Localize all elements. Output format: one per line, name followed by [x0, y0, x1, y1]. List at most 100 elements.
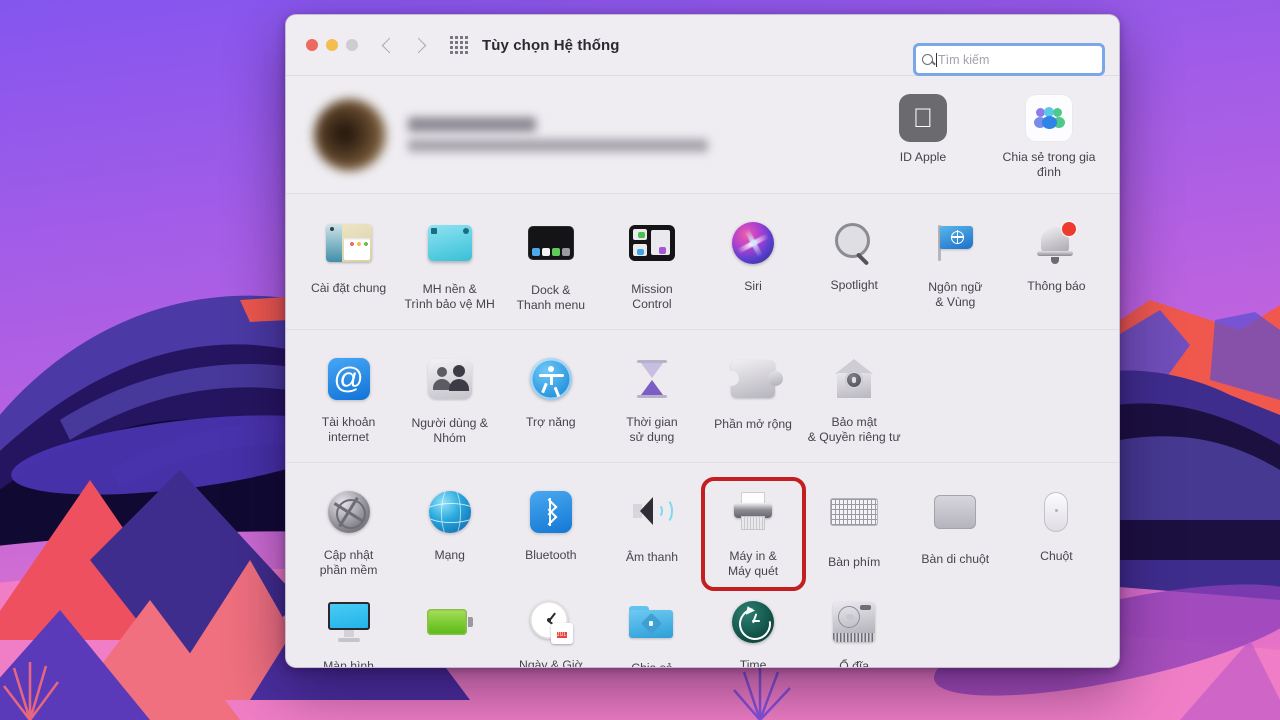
pref-label: Time Machine	[739, 658, 767, 668]
section-hardware: Cập nhật phần mềm Mạng Bluetooth Âm than…	[286, 463, 1119, 668]
zoom-button[interactable]	[346, 39, 358, 51]
people-glyph	[1034, 107, 1065, 129]
section-personal: Cài đặt chung MH nền & Trình bảo vệ MH D…	[286, 194, 1119, 330]
back-chevron-icon[interactable]	[381, 37, 398, 53]
pref-mouse[interactable]: Chuột	[1006, 479, 1107, 589]
pref-screen-time[interactable]: Thời gian sử dụng	[601, 346, 702, 456]
pref-label: Ngày & Giờ	[519, 658, 583, 668]
avatar[interactable]	[314, 98, 386, 171]
pref-sharing[interactable]: Chia sẻ	[601, 589, 702, 668]
pref-label: Dock & Thanh menu	[516, 283, 586, 312]
pref-network[interactable]: Mạng	[399, 479, 500, 589]
accessibility-icon	[526, 358, 576, 408]
language-region-icon	[930, 223, 980, 273]
pref-label: Pin	[401, 666, 498, 667]
battery-icon	[425, 609, 475, 659]
account-subtitle-redacted	[408, 139, 708, 152]
pref-family-sharing[interactable]: Chia sẻ trong gia đình	[997, 94, 1101, 180]
notification-badge	[1062, 222, 1077, 236]
sharing-folder-icon	[627, 604, 677, 654]
text-caret	[936, 52, 937, 67]
forward-chevron-icon[interactable]	[410, 37, 427, 53]
pref-internet-accounts[interactable]: @ Tài khoản internet	[298, 346, 399, 456]
pref-language-region[interactable]: Ngôn ngữ & Vùng	[905, 210, 1006, 323]
navigation-buttons	[381, 37, 427, 53]
pref-label: Máy in & Máy quét	[727, 549, 779, 578]
family-sharing-icon	[1025, 94, 1073, 142]
pref-desktop-screensaver[interactable]: MH nền & Trình bảo vệ MH	[399, 210, 500, 323]
search-field-wrapper[interactable]: Tìm kiếm	[913, 43, 1105, 76]
pref-notifications[interactable]: Thông báo	[1006, 210, 1107, 323]
pref-label: Mạng	[434, 548, 465, 562]
time-machine-icon	[728, 601, 778, 651]
pref-battery[interactable]: Pin	[399, 589, 500, 667]
search-input[interactable]: Tìm kiếm	[913, 43, 1105, 76]
siri-icon	[728, 222, 778, 272]
pref-label: Thông báo	[1027, 279, 1086, 293]
pref-accessibility[interactable]: Trợ năng	[500, 346, 601, 456]
pref-mission-control[interactable]: Mission Control	[601, 210, 702, 323]
minimize-button[interactable]	[326, 39, 338, 51]
apple-glyph: 	[913, 104, 933, 132]
sound-speaker-icon	[627, 493, 677, 543]
pref-label: Chia sẻ	[631, 661, 673, 668]
internet-accounts-icon: @	[324, 358, 374, 408]
pref-extensions[interactable]: Phần mở rộng	[703, 346, 804, 456]
extensions-puzzle-icon	[724, 360, 784, 410]
calendar-month: JUL	[556, 632, 567, 638]
pref-label: Tài khoản internet	[321, 415, 376, 444]
pref-keyboard[interactable]: Bàn phím	[804, 479, 905, 589]
section-accounts: @ Tài khoản internet Người dùng & Nhóm T…	[286, 330, 1119, 463]
startup-disk-icon	[829, 602, 879, 652]
network-globe-icon	[425, 491, 475, 541]
pref-time-machine[interactable]: Time Machine	[703, 589, 804, 668]
pref-trackpad[interactable]: Bàn di chuột	[905, 479, 1006, 589]
date-time-icon: JUL 17	[526, 601, 576, 651]
screen-time-icon	[627, 358, 677, 408]
pref-general[interactable]: Cài đặt chung	[298, 210, 399, 323]
pref-label: Mission Control	[631, 282, 673, 311]
account-section:  ID Apple Chia sẻ trong gia đình	[286, 76, 1119, 194]
pref-label: Người dùng & Nhóm	[411, 416, 488, 445]
pref-users-groups[interactable]: Người dùng & Nhóm	[399, 346, 500, 456]
mission-control-icon	[627, 225, 677, 275]
pref-sound[interactable]: Âm thanh	[601, 479, 702, 589]
pref-spotlight[interactable]: Spotlight	[804, 210, 905, 323]
pref-dock-menubar[interactable]: Dock & Thanh menu	[500, 210, 601, 323]
pref-security-privacy[interactable]: Bảo mật & Quyền riêng tư	[804, 346, 905, 456]
keyboard-icon	[829, 498, 879, 548]
pref-siri[interactable]: Siri	[703, 210, 804, 323]
mouse-icon	[1031, 492, 1081, 542]
pref-apple-id[interactable]:  ID Apple	[871, 94, 975, 180]
pref-label: Bảo mật & Quyền riêng tư	[807, 415, 901, 444]
close-button[interactable]	[306, 39, 318, 51]
pref-label: Cài đặt chung	[310, 281, 387, 295]
pref-label: Spotlight	[830, 278, 878, 292]
pref-label: ID Apple	[899, 150, 947, 164]
displays-icon	[324, 602, 374, 652]
pref-grid-row: Màn hình Pin JUL	[286, 589, 1119, 668]
pref-startup-disk[interactable]: Ổ đĩa Khởi động	[804, 589, 905, 668]
users-groups-icon	[425, 359, 475, 409]
search-placeholder: Tìm kiếm	[938, 52, 990, 67]
pref-label: Chia sẻ trong gia đình	[1002, 150, 1096, 179]
pref-label: Màn hình	[323, 659, 374, 668]
security-privacy-icon	[829, 358, 879, 408]
pref-label: Chuột	[1040, 549, 1073, 563]
pref-label: Cập nhật phần mềm	[319, 548, 378, 577]
window-title: Tùy chọn Hệ thống	[482, 36, 620, 54]
account-text	[408, 117, 708, 152]
pref-label: Âm thanh	[625, 550, 679, 564]
general-icon	[324, 224, 374, 274]
pref-software-update[interactable]: Cập nhật phần mềm	[298, 479, 399, 589]
traffic-lights	[306, 39, 358, 51]
pref-date-time[interactable]: JUL 17 Ngày & Giờ	[500, 589, 601, 668]
pref-bluetooth[interactable]: Bluetooth	[500, 479, 601, 589]
pref-label: Ổ đĩa Khởi động	[839, 659, 870, 668]
show-all-grid-icon[interactable]	[450, 36, 468, 54]
pref-label: Ngôn ngữ & Vùng	[928, 280, 983, 309]
search-icon	[922, 54, 933, 65]
pref-displays[interactable]: Màn hình	[298, 589, 399, 668]
spotlight-icon	[829, 221, 879, 271]
pref-printers-scanners[interactable]: Máy in & Máy quét	[700, 477, 806, 591]
